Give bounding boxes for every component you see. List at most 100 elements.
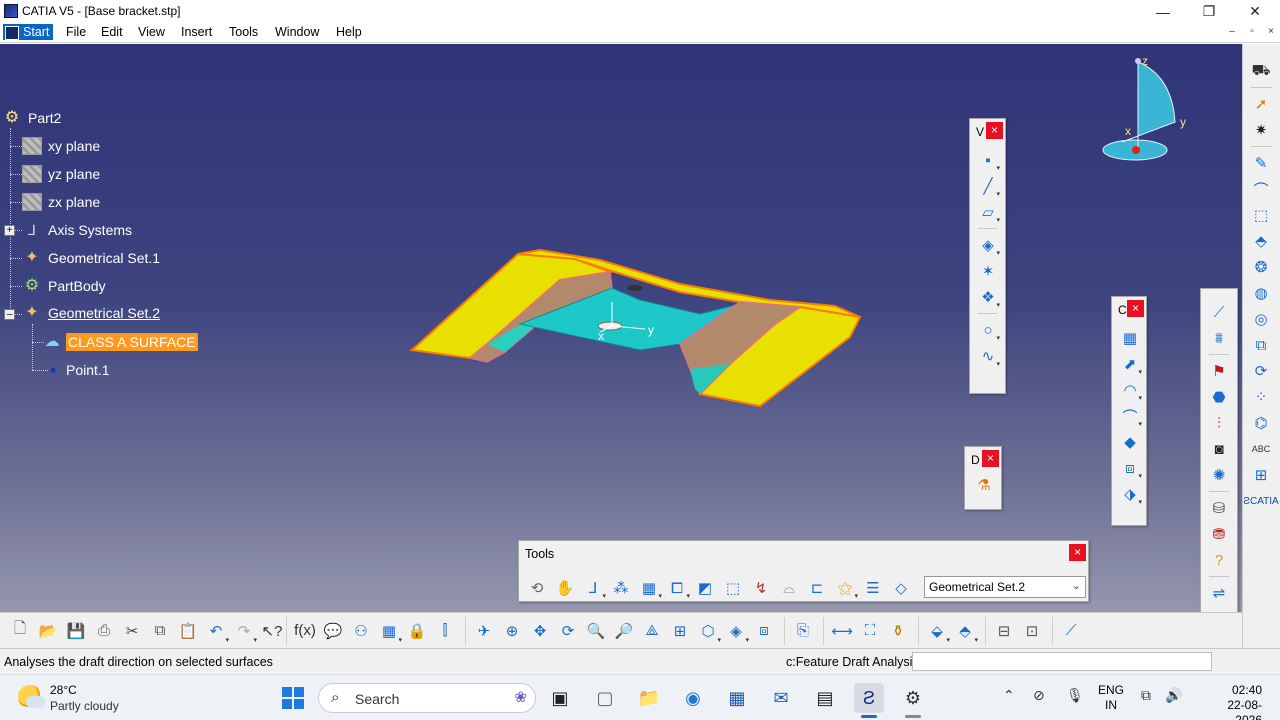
menu-help[interactable]: Help bbox=[336, 25, 362, 39]
hand-tool-icon[interactable]: ✋ bbox=[551, 575, 579, 601]
surface-check-icon[interactable]: ✺ bbox=[1206, 462, 1232, 488]
blend-icon[interactable]: ◎ bbox=[1248, 306, 1274, 332]
menu-view[interactable]: View bbox=[138, 25, 165, 39]
connect-checker-icon[interactable]: ⟋ bbox=[1206, 299, 1232, 325]
axis-system-tool-icon[interactable]: ⅃ ▾ bbox=[579, 575, 607, 601]
draft-analysis-tool-icon[interactable]: ⚑ bbox=[1206, 358, 1232, 384]
sketch-analysis-icon[interactable]: ⟋ bbox=[1057, 617, 1085, 645]
microphone-icon[interactable]: 🎙 bbox=[1066, 687, 1084, 704]
shading-icon[interactable]: ◈ ▾ bbox=[722, 617, 750, 645]
stack-icon[interactable]: ☰ bbox=[859, 575, 887, 601]
catalog-icon[interactable]: ⚝ ▾ bbox=[831, 575, 859, 601]
grid-icon[interactable]: ▦ ▾ bbox=[635, 575, 663, 601]
maximize-button[interactable]: ❐ bbox=[1186, 0, 1232, 23]
menu-edit[interactable]: Edit bbox=[101, 25, 123, 39]
render-icon[interactable]: ⬘ ▾ bbox=[951, 617, 979, 645]
menu-file[interactable]: File bbox=[66, 25, 86, 39]
weather-widget[interactable]: 28°C Partly cloudy bbox=[16, 682, 196, 716]
tree-structure-icon[interactable]: ⊏ bbox=[803, 575, 831, 601]
surface-grid-icon[interactable]: ▦ bbox=[1117, 325, 1143, 351]
tree-root-part2[interactable]: ⚙ Part2 bbox=[2, 107, 63, 129]
menu-tools[interactable]: Tools bbox=[229, 25, 258, 39]
compass-handle-icon[interactable] bbox=[1135, 58, 1141, 64]
replication-icon[interactable]: ⟳ bbox=[1248, 358, 1274, 384]
open-file-icon[interactable]: 📂 bbox=[34, 617, 62, 645]
minimize-button[interactable]: — bbox=[1140, 0, 1186, 23]
network-off-icon[interactable]: ⊘ bbox=[1033, 687, 1045, 704]
copy-icon[interactable]: ⧉ bbox=[146, 617, 174, 645]
shape-modification-icon[interactable]: ❂ bbox=[1248, 254, 1274, 280]
paste-icon[interactable]: 📋 bbox=[174, 617, 202, 645]
knowledge-advisor-icon[interactable]: ⚇ bbox=[347, 617, 375, 645]
reflection-lines-icon[interactable]: ◙ bbox=[1206, 436, 1232, 462]
tree-item-geometrical-set-1[interactable]: ✦ Geometrical Set.1 bbox=[22, 247, 162, 269]
widgets-app-icon[interactable]: ▢ bbox=[590, 683, 620, 713]
surface-creation-icon[interactable]: ⬚ bbox=[1248, 202, 1274, 228]
workbench-shape-icon[interactable]: ⛟ bbox=[1248, 58, 1274, 84]
help-analysis-icon[interactable]: ? bbox=[1206, 547, 1232, 573]
plane-tool-icon[interactable]: ▱ ▾ bbox=[975, 199, 1001, 225]
porcupine-analysis-icon[interactable]: ⫶ bbox=[1206, 410, 1232, 436]
projection-tool-icon[interactable]: ◈ ▾ bbox=[975, 232, 1001, 258]
doc-minimize-button[interactable]: – bbox=[1224, 26, 1240, 40]
geometrical-set-2-collapser[interactable]: – bbox=[4, 309, 15, 320]
spline-tool-icon[interactable]: ∿ ▾ bbox=[975, 343, 1001, 369]
tree-item-point-1[interactable]: ■ Point.1 bbox=[46, 359, 112, 381]
swap-visible-space-icon[interactable]: ⎘ bbox=[789, 617, 817, 645]
point-tool-icon[interactable]: ▪ ▾ bbox=[975, 147, 1001, 173]
environment-mapping-icon[interactable]: ⛁ bbox=[1206, 495, 1232, 521]
table-icon[interactable]: ▦ ▾ bbox=[375, 617, 403, 645]
measure-item-icon[interactable]: ⛶ bbox=[856, 617, 884, 645]
compass-quarter-icon[interactable] bbox=[1137, 61, 1176, 137]
apply-material-bar-icon[interactable]: ⬙ ▾ bbox=[923, 617, 951, 645]
multi-view-icon[interactable]: ⊞ bbox=[666, 617, 694, 645]
doc-restore-button[interactable]: ▫ bbox=[1244, 26, 1260, 40]
task-view-icon[interactable]: ▣ bbox=[545, 683, 575, 713]
power-input-field[interactable] bbox=[912, 652, 1212, 671]
show-hidden-icons-chevron-up-icon[interactable]: ⌃ bbox=[1003, 687, 1015, 704]
pattern-icon[interactable]: ⁘ bbox=[1248, 384, 1274, 410]
current-set-select[interactable]: Geometrical Set.2 ⌄ bbox=[924, 576, 1086, 598]
knowledge-icon[interactable]: 💬 bbox=[319, 617, 347, 645]
outlook-icon[interactable]: ✉ bbox=[766, 683, 796, 713]
intersection-tool-icon[interactable]: ✶ bbox=[975, 258, 1001, 284]
tree-item-axis-systems[interactable]: ⅃ Axis Systems bbox=[22, 219, 134, 241]
circle-tool-icon[interactable]: ○ ▾ bbox=[975, 317, 1001, 343]
undo-icon[interactable]: ↶ ▾ bbox=[202, 617, 230, 645]
surfaces-toolbar-close[interactable]: × bbox=[1127, 300, 1144, 317]
ghost-surface-icon[interactable]: ⌓ bbox=[775, 575, 803, 601]
tree-item-zx-plane[interactable]: zx plane bbox=[22, 191, 102, 213]
close-button[interactable]: ✕ bbox=[1232, 0, 1278, 23]
select-arrow-icon[interactable]: ➚ bbox=[1248, 91, 1274, 117]
draft-toolbar-close[interactable]: × bbox=[982, 450, 999, 467]
axis-systems-expander[interactable]: + bbox=[4, 225, 15, 236]
tree-item-xy-plane[interactable]: xy plane bbox=[22, 135, 102, 157]
snap-icon[interactable]: ⊟ bbox=[990, 617, 1018, 645]
file-explorer-icon[interactable]: 📁 bbox=[634, 683, 664, 713]
zoom-out-icon[interactable]: 🔎 bbox=[610, 617, 638, 645]
edge-browser-icon[interactable]: ◉ bbox=[678, 683, 708, 713]
instance-icon[interactable]: ⫿ bbox=[431, 617, 459, 645]
operation-icon[interactable]: ⬘ bbox=[1248, 228, 1274, 254]
normal-view-icon[interactable]: ⟁ bbox=[638, 617, 666, 645]
menu-window[interactable]: Window bbox=[275, 25, 319, 39]
curve-creation-icon[interactable]: ⌒ bbox=[1248, 176, 1274, 202]
tree-item-geometrical-set-2[interactable]: ✦ Geometrical Set.2 bbox=[22, 302, 162, 324]
loft-surface-icon[interactable]: ⧈ ▾ bbox=[1117, 455, 1143, 481]
sketcher-icon[interactable]: ✎ bbox=[1248, 150, 1274, 176]
draft-analysis-icon[interactable]: ⚗ bbox=[971, 472, 997, 498]
menu-insert[interactable]: Insert bbox=[181, 25, 212, 39]
sweep-surface-icon[interactable]: ⌒ ▾ bbox=[1117, 403, 1143, 429]
work-on-support-icon[interactable]: ⁂ bbox=[607, 575, 635, 601]
system-clock[interactable]: 02:40 22-08-2026 bbox=[1202, 683, 1262, 720]
wireframe-toolbar-close[interactable]: × bbox=[986, 122, 1003, 139]
taskbar-search-input[interactable]: ⌕ Search ❀ bbox=[318, 683, 536, 713]
hide-show-icon[interactable]: ⧈ bbox=[750, 617, 778, 645]
parallel-curve-icon[interactable]: ❖ ▾ bbox=[975, 284, 1001, 310]
fit-all-icon[interactable]: ⊕ bbox=[498, 617, 526, 645]
store-icon[interactable]: ▦ bbox=[722, 683, 752, 713]
print-icon[interactable]: ⎙ bbox=[90, 617, 118, 645]
pan-icon[interactable]: ✥ bbox=[526, 617, 554, 645]
analysis-options-icon[interactable]: ⇌ bbox=[1206, 580, 1232, 606]
feature-draft-icon[interactable]: ⩩ bbox=[1206, 325, 1232, 351]
